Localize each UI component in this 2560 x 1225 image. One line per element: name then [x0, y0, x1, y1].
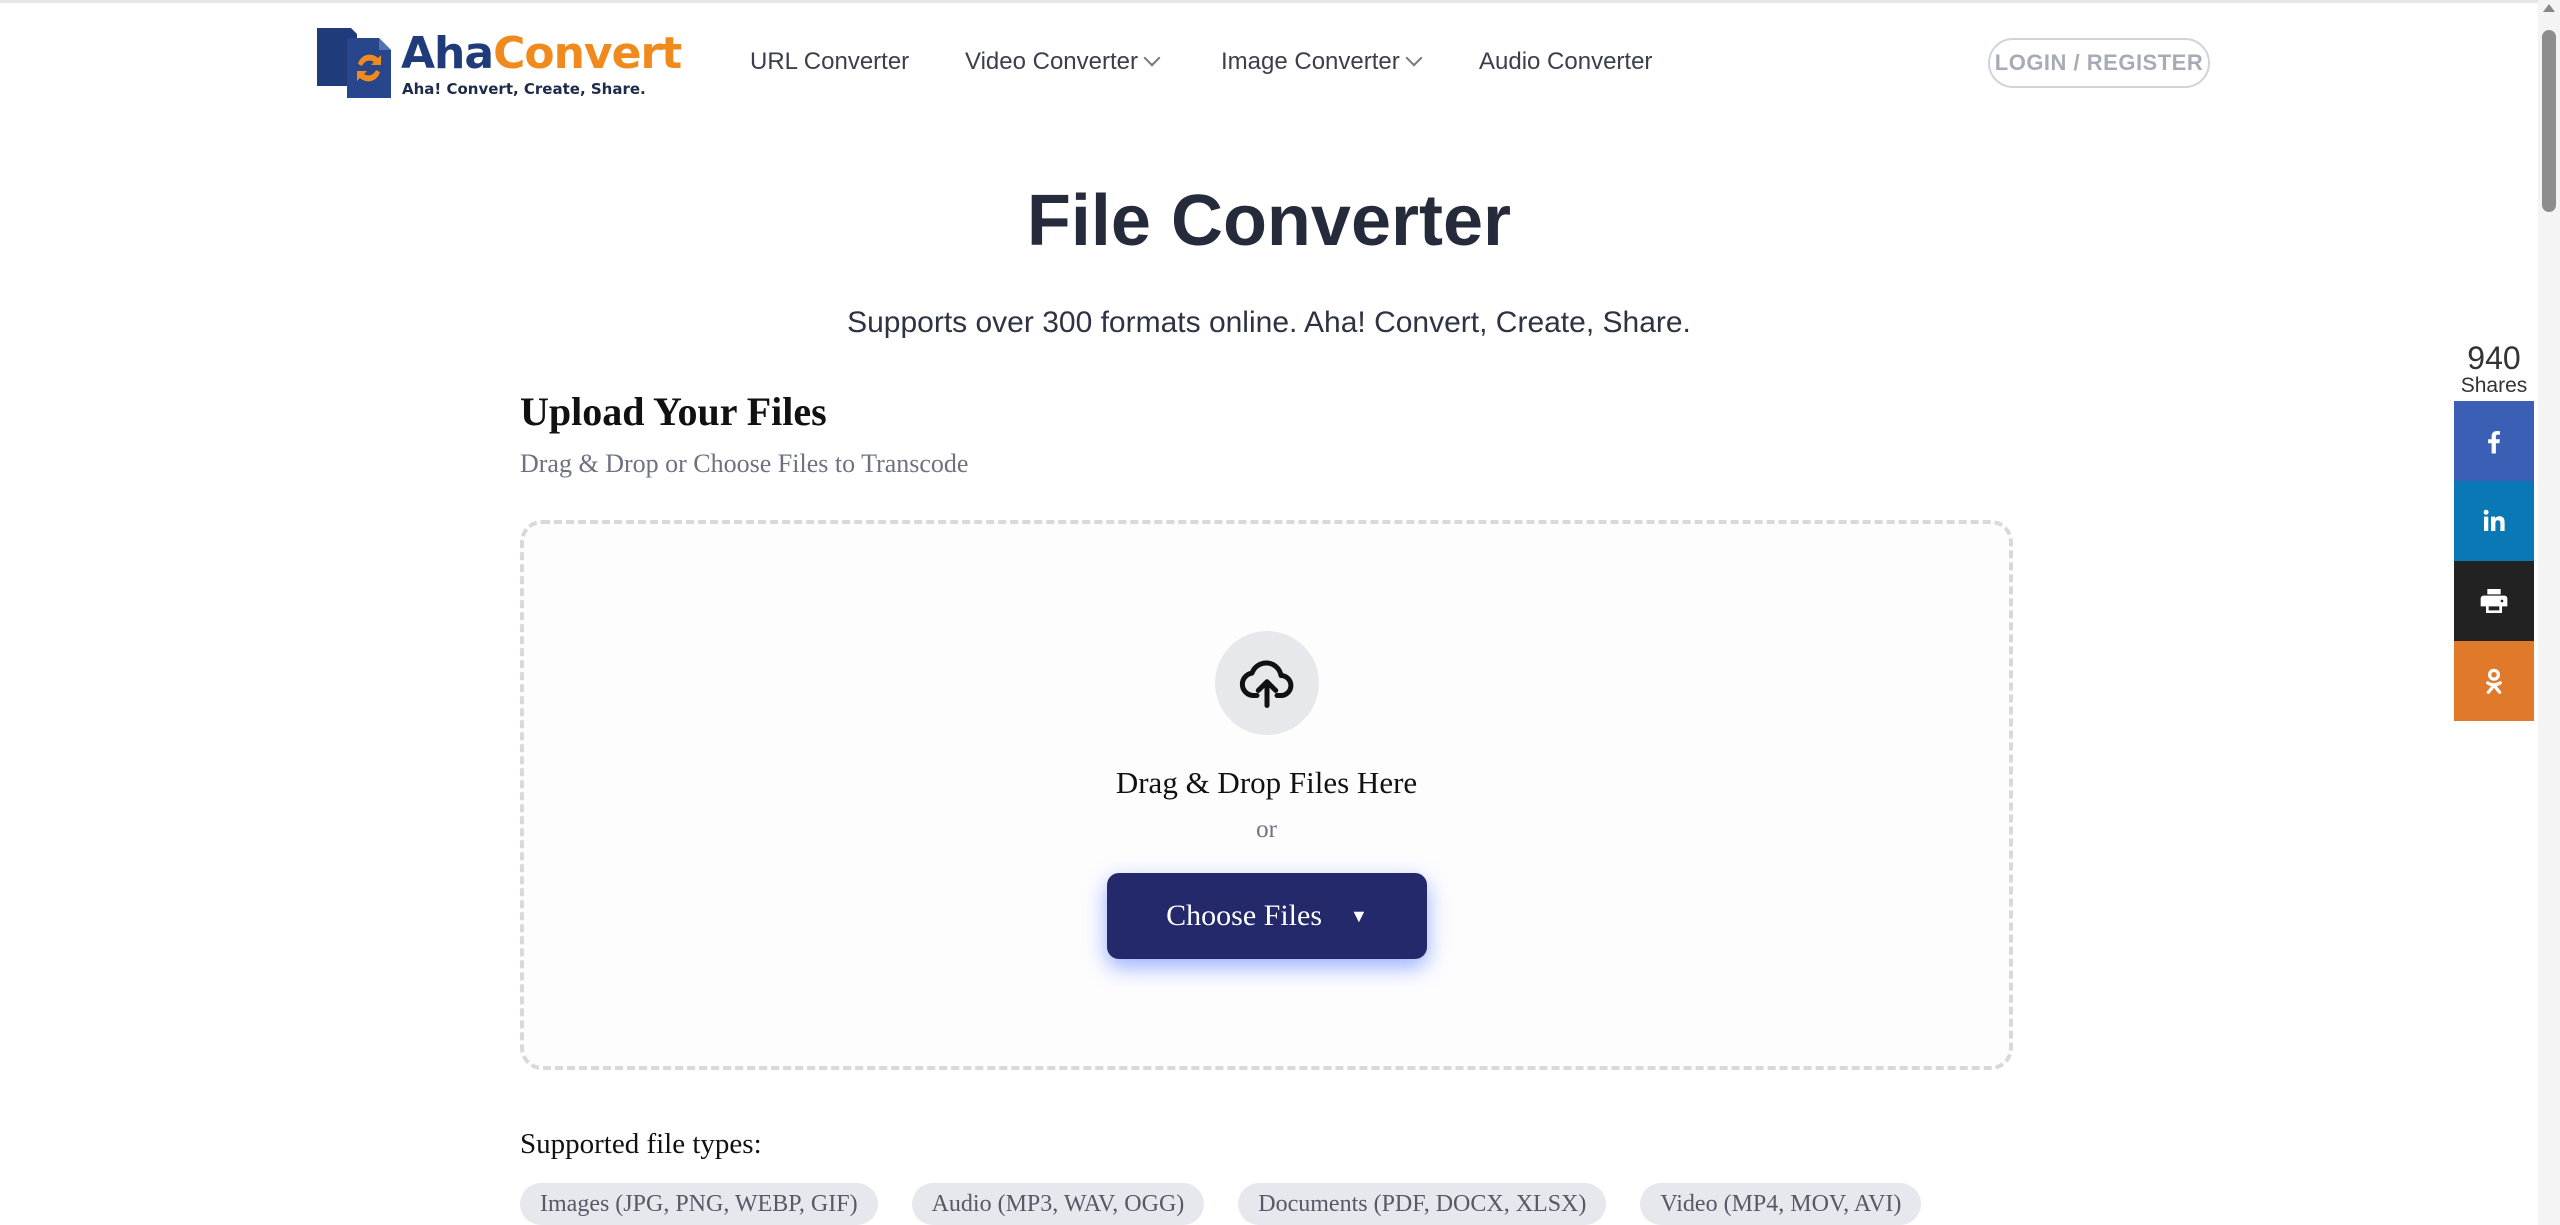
chevron-down-icon — [1405, 49, 1423, 67]
linkedin-share-button[interactable] — [2454, 481, 2534, 561]
scroll-up-arrow-icon[interactable] — [2543, 4, 2555, 12]
upload-cloud-icon — [1215, 631, 1319, 735]
nav-image-converter[interactable]: Image Converter — [1221, 48, 1423, 76]
share-count: 940 — [2467, 340, 2521, 376]
print-icon — [2480, 589, 2508, 613]
page-title: File Converter — [1026, 181, 1512, 261]
file-type-chip-images: Images (JPG, PNG, WEBP, GIF) — [520, 1183, 878, 1225]
nav-label: URL Converter — [750, 48, 910, 75]
login-register-button[interactable]: LOGIN / REGISTER — [1988, 38, 2210, 88]
page-subtitle: Supports over 300 formats online. Aha! C… — [847, 306, 1691, 339]
upload-heading: Upload Your Files — [520, 389, 827, 434]
nav-video-converter[interactable]: Video Converter — [965, 48, 1161, 76]
file-type-chip-audio: Audio (MP3, WAV, OGG) — [911, 1183, 1205, 1225]
logo-tagline: Aha! Convert, Create, Share. — [402, 80, 646, 98]
nav-label: Image Converter — [1221, 48, 1400, 75]
logo[interactable]: AhaConvert Aha! Convert, Create, Share. — [317, 28, 682, 100]
share-label: Shares — [2460, 374, 2528, 397]
window-top-border — [0, 0, 2560, 3]
choose-files-button[interactable]: Choose Files ▼ — [1107, 873, 1427, 959]
chevron-down-icon — [1143, 49, 1161, 67]
supported-types-list: Images (JPG, PNG, WEBP, GIF) Audio (MP3,… — [520, 1183, 1922, 1225]
scrollbar[interactable] — [2538, 0, 2560, 1225]
file-type-chip-video: Video (MP4, MOV, AVI) — [1640, 1183, 1922, 1225]
nav-audio-converter[interactable]: Audio Converter — [1479, 48, 1652, 76]
print-button[interactable] — [2454, 561, 2534, 641]
file-type-chip-documents: Documents (PDF, DOCX, XLSX) — [1238, 1183, 1607, 1225]
nav-url-converter[interactable]: URL Converter — [750, 48, 909, 76]
logo-wordmark: AhaConvert — [401, 26, 682, 82]
scrollbar-thumb[interactable] — [2542, 30, 2556, 212]
supported-types-label: Supported file types: — [520, 1128, 762, 1160]
odnoklassniki-share-button[interactable] — [2454, 641, 2534, 721]
linkedin-icon — [2483, 509, 2505, 531]
or-separator: or — [1256, 816, 1277, 843]
logo-word-convert: Convert — [493, 28, 682, 79]
facebook-share-button[interactable] — [2454, 401, 2534, 481]
nav-label: Audio Converter — [1479, 48, 1653, 75]
caret-down-icon: ▼ — [1350, 905, 1368, 926]
facebook-icon — [2488, 431, 2500, 454]
nav-label: Video Converter — [965, 48, 1138, 75]
logo-word-aha: Aha — [401, 28, 494, 79]
logo-mark-icon — [317, 28, 391, 98]
drop-files-text: Drag & Drop Files Here — [1115, 765, 1418, 800]
upload-subheading: Drag & Drop or Choose Files to Transcode — [520, 449, 969, 478]
odnoklassniki-icon — [2486, 668, 2502, 694]
choose-files-label: Choose Files — [1166, 899, 1323, 932]
